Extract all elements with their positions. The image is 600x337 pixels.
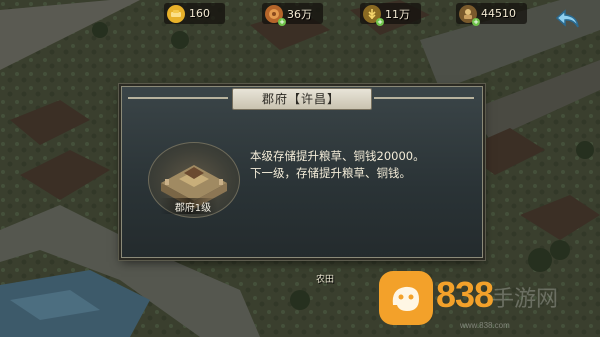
resource-grain[interactable]: + 11万 (360, 3, 421, 26)
back-button[interactable] (553, 5, 583, 33)
watermark-number: 838 (436, 274, 494, 315)
coin-value: 44510 (481, 7, 516, 20)
resource-gold[interactable]: 160 (164, 3, 225, 24)
title-divider-left (128, 97, 228, 99)
coin-icon: + (459, 4, 480, 26)
grain-value: 11万 (385, 7, 410, 21)
title-divider-right (374, 97, 474, 99)
add-coin-icon[interactable]: + (472, 17, 480, 26)
building-level-label: 郡府1级 (174, 203, 212, 214)
watermark-chinese: 手游网 (492, 287, 559, 312)
grain-icon: + (363, 4, 384, 26)
resource-coin[interactable]: + 44510 (456, 3, 527, 26)
dialog-title-text: 郡府【许昌】 (261, 91, 340, 106)
dialog-title: 郡府【许昌】 (232, 88, 372, 110)
building-description: 本级存储提升粮草、铜钱20000。 下一级，存储提升粮草、铜钱。 (250, 148, 476, 182)
food-icon: + (265, 4, 286, 26)
farmland-label[interactable]: 农田 (316, 272, 334, 285)
resource-food[interactable]: + 36万 (262, 3, 323, 26)
description-line-next: 下一级，存储提升粮草、铜钱。 (250, 166, 411, 180)
description-line-current: 本级存储提升粮草、铜钱20000。 (250, 149, 425, 163)
gold-icon (167, 4, 185, 23)
back-arrow-icon (555, 9, 579, 28)
add-food-icon[interactable]: + (278, 17, 286, 26)
gold-value: 160 (189, 7, 210, 20)
watermark-url: www.838.com (460, 321, 510, 330)
resource-bar: 160 + 36万 + 11万 + 44510 (0, 0, 600, 28)
food-value: 36万 (287, 7, 312, 21)
add-grain-icon[interactable]: + (376, 17, 384, 26)
watermark-logo-icon (379, 271, 433, 325)
